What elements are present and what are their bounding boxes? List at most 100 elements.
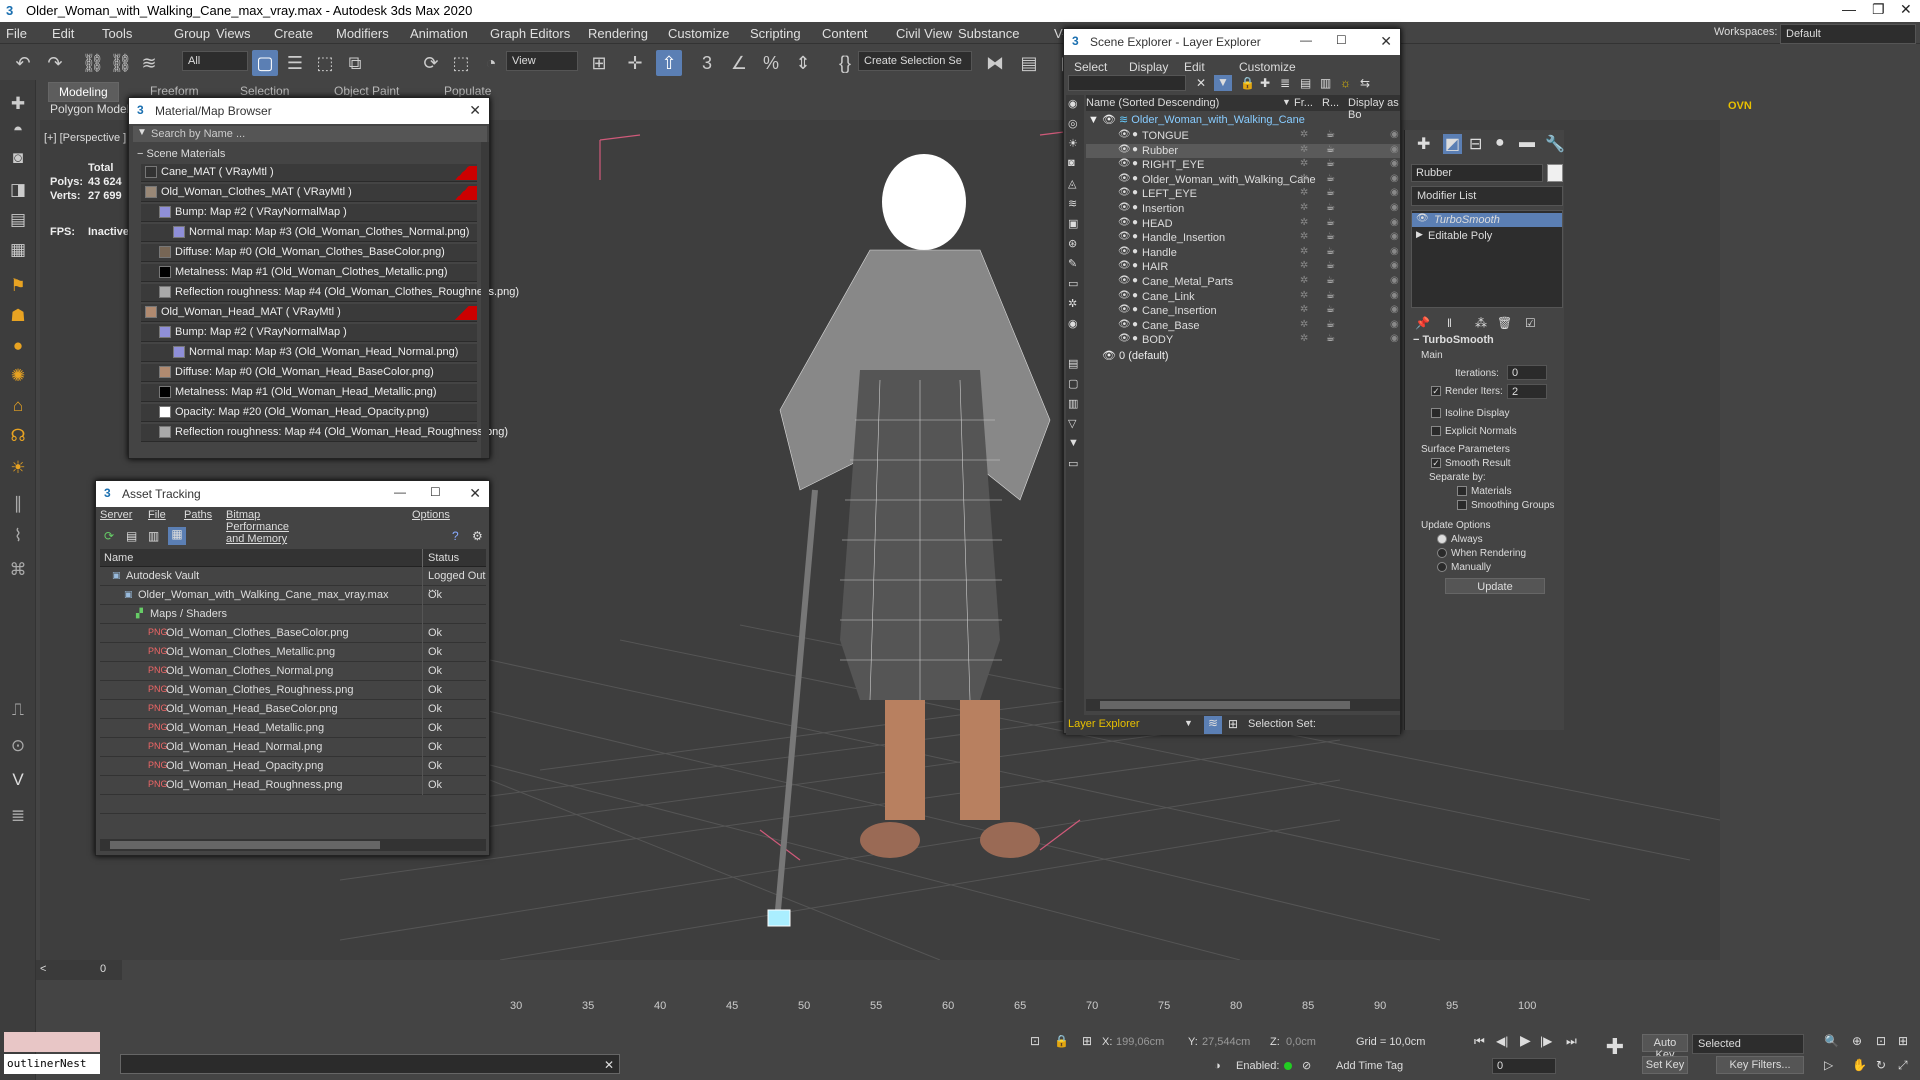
helper-icon[interactable]: ▤ (6, 210, 30, 234)
create-icon[interactable]: ✚ (6, 94, 30, 118)
display-box-icon[interactable]: ◉ (1390, 158, 1399, 169)
col-freeze[interactable]: Fr... (1294, 97, 1313, 109)
utilities-tab-icon[interactable]: 🔧 (1545, 134, 1565, 154)
always-radio[interactable]: Always (1437, 534, 1483, 545)
display-box-icon[interactable]: ◉ (1390, 217, 1399, 228)
field-of-view-icon[interactable]: ▷ (1824, 1058, 1833, 1072)
close-icon[interactable]: ✕ (1900, 1, 1912, 18)
material-item[interactable]: Diffuse: Map #0 (Old_Woman_Head_BaseColo… (141, 364, 477, 382)
freeze-icon[interactable]: ✲ (1300, 319, 1308, 330)
filter-icon[interactable]: ▼ (1214, 75, 1232, 91)
expand-icon[interactable]: ▼ (1088, 114, 1099, 126)
render-icon[interactable]: ☕ (1326, 144, 1335, 155)
material-item[interactable]: Bump: Map #2 ( VRayNormalMap ) (141, 324, 477, 342)
zoom-extents-icon[interactable]: ⊡ (1876, 1034, 1886, 1048)
material-item[interactable]: Old_Woman_Clothes_MAT ( VRayMtl ) (141, 184, 477, 202)
modify-tab-icon[interactable]: ◩ (1443, 134, 1463, 154)
select-scale-icon[interactable]: ◔ (478, 50, 504, 76)
list-icon[interactable]: ▤ (126, 529, 137, 543)
scene-materials-group[interactable]: − Scene Materials (137, 148, 225, 160)
object-name[interactable]: Rubber (1142, 145, 1178, 157)
asset-row[interactable]: PNG Old_Woman_Head_Roughness.png Ok (100, 776, 486, 795)
eye-icon[interactable]: 👁 (1118, 319, 1131, 330)
menu-animation[interactable]: Animation (410, 26, 468, 41)
eye-icon[interactable]: 👁 (1118, 275, 1131, 286)
add-layer-icon[interactable]: ✚ (1260, 76, 1270, 90)
tab-modeling[interactable]: Modeling (48, 82, 119, 102)
scene-object-row[interactable]: 👁 ● Cane_Base ✲ ☕ ◉ (1086, 319, 1400, 333)
maxscript-listener[interactable] (4, 1032, 100, 1052)
layer-mode-icon[interactable]: ≋ (1204, 716, 1222, 734)
maximize-icon[interactable]: ☐ (430, 485, 441, 499)
zoom-icon[interactable]: 🔍 (1824, 1034, 1839, 1048)
filter-frozen-icon[interactable]: ✲ (1068, 297, 1077, 310)
sun-icon[interactable]: ☀ (6, 458, 30, 482)
z-coord[interactable]: 0,0cm (1286, 1036, 1316, 1048)
object-color-swatch[interactable] (1547, 164, 1563, 182)
object-name-field[interactable] (1411, 164, 1543, 182)
material-item[interactable]: Normal map: Map #3 (Old_Woman_Head_Norma… (141, 344, 477, 362)
asset-row[interactable]: ▣ Autodesk Vault Logged Out ... (100, 567, 486, 594)
filter-lights-icon[interactable]: ☀ (1068, 137, 1078, 150)
system-icon[interactable]: ▦ (6, 240, 30, 264)
pan-icon[interactable]: ✋ (1852, 1058, 1867, 1072)
stack-turbosmooth[interactable]: TurboSmooth (1434, 214, 1500, 226)
object-name[interactable]: HEAD (1142, 218, 1173, 230)
manage-icon[interactable]: ⊙ (6, 736, 30, 760)
current-frame-field[interactable] (1492, 1058, 1556, 1074)
object-name[interactable]: Handle (1142, 247, 1177, 259)
h-scrollbar[interactable] (100, 839, 486, 851)
render-icon[interactable]: ☕ (1326, 202, 1335, 213)
select-rotate-icon[interactable]: ⬚ (448, 50, 474, 76)
filter-helpers-icon[interactable]: ◬ (1068, 177, 1076, 190)
col-render[interactable]: R... (1322, 97, 1339, 109)
table-icon[interactable]: ▦ (168, 527, 186, 545)
scene-menu-select[interactable]: Select (1074, 60, 1107, 74)
smoothing-groups-checkbox[interactable]: Smoothing Groups (1457, 500, 1554, 511)
col-name-sorted[interactable]: Name (Sorted Descending) (1086, 97, 1219, 109)
close-icon[interactable]: ✕ (469, 485, 481, 502)
object-name[interactable]: Insertion (1142, 203, 1184, 215)
lock-selection-icon[interactable]: 🔒 (1054, 1034, 1069, 1048)
go-start-icon[interactable]: ⏮ (1474, 1034, 1485, 1049)
menu-file[interactable]: File (6, 26, 27, 41)
scene-object-row[interactable]: 👁 ● Handle ✲ ☕ ◉ (1086, 246, 1400, 260)
freeze-icon[interactable]: ✲ (1300, 129, 1308, 140)
col-display[interactable]: Display as Bo (1348, 97, 1400, 121)
selection-filter[interactable]: All (182, 51, 248, 71)
eye-icon[interactable]: 👁 (1118, 158, 1131, 169)
y-coord[interactable]: 27,544cm (1202, 1036, 1250, 1048)
asset-row[interactable]: PNG Old_Woman_Clothes_Metallic.png Ok (100, 643, 486, 662)
filter-all-icon[interactable]: ▤ (1068, 357, 1078, 370)
pivot-tool-icon[interactable]: ⚑ (6, 276, 30, 300)
material-item[interactable]: Reflection roughness: Map #4 (Old_Woman_… (141, 424, 508, 442)
material-item[interactable]: Reflection roughness: Map #4 (Old_Woman_… (141, 284, 519, 302)
render-icon[interactable]: ☕ (1326, 246, 1335, 257)
freeze-icon[interactable]: ✲ (1300, 231, 1308, 242)
default-layer-row[interactable]: 👁 0 (default) (1102, 349, 1169, 362)
next-frame-icon[interactable]: |▶ (1540, 1034, 1552, 1048)
pin-stack-icon[interactable]: 📌 (1415, 316, 1430, 330)
eye-icon[interactable]: 👁 (1118, 144, 1131, 155)
scene-menu-edit[interactable]: Edit (1184, 60, 1205, 74)
layers-icon[interactable]: ≣ (1280, 76, 1290, 90)
omni-light-icon[interactable]: ☊ (6, 426, 30, 450)
filter-none-icon[interactable]: ▢ (1068, 377, 1078, 390)
minimize-icon[interactable]: — (394, 485, 406, 499)
eye-icon[interactable]: 👁 (1118, 246, 1131, 257)
bind-spacewarp-icon[interactable]: ≋ (136, 50, 162, 76)
scene-menu-customize[interactable]: Customize (1239, 60, 1296, 74)
eye-icon[interactable]: 👁 (1118, 231, 1131, 242)
display-box-icon[interactable]: ◉ (1390, 246, 1399, 257)
select-move-icon[interactable]: ⟳ (418, 50, 444, 76)
auto-key-button[interactable]: Auto Key (1642, 1034, 1688, 1061)
collapse-icon[interactable]: ▼ (137, 127, 147, 138)
eye-icon[interactable]: 👁 (1118, 129, 1131, 140)
scene-object-row[interactable]: 👁 ● Cane_Metal_Parts ✲ ☕ ◉ (1086, 275, 1400, 289)
col-name[interactable]: Name (104, 552, 133, 564)
freeze-icon[interactable]: ✲ (1300, 187, 1308, 198)
menu-substance[interactable]: Substance (958, 26, 1019, 41)
eye-icon[interactable]: 👁 (1118, 173, 1131, 184)
prev-frame-icon[interactable]: ◀| (1496, 1034, 1508, 1048)
scene-object-row[interactable]: 👁 ● Cane_Link ✲ ☕ ◉ (1086, 290, 1400, 304)
